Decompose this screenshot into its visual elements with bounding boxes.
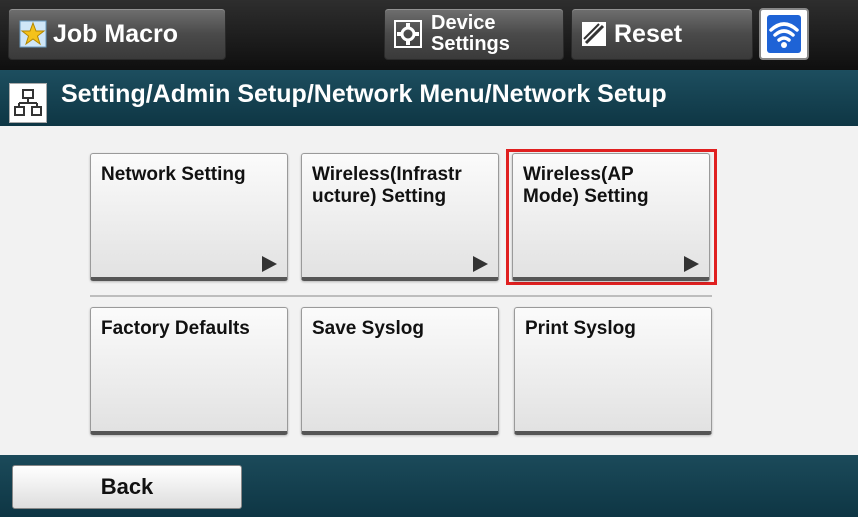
job-macro-button[interactable]: Job Macro [8, 8, 226, 60]
reset-label: Reset [614, 19, 683, 48]
star-icon [19, 20, 47, 48]
factory-defaults-button[interactable]: Factory Defaults [90, 307, 288, 435]
device-settings-button[interactable]: Device Settings [384, 8, 564, 60]
breadcrumb-bar: Setting/Admin Setup/Network Menu/Network… [0, 70, 858, 126]
save-syslog-label: Save Syslog [312, 318, 424, 339]
device-settings-label: Device Settings [431, 13, 510, 55]
save-syslog-button[interactable]: Save Syslog [301, 307, 499, 435]
network-setting-label: Network Setting [101, 164, 246, 185]
job-macro-label: Job Macro [53, 19, 179, 48]
wireless-infrastructure-setting-button[interactable]: Wireless(Infrastr ucture) Setting [301, 153, 499, 281]
wireless-ap-mode-setting-button[interactable]: Wireless(AP Mode) Setting [512, 153, 710, 281]
bottom-bar: Back [0, 455, 858, 517]
wifi-status-button[interactable] [759, 8, 809, 60]
top-toolbar: Job Macro Device Settings Reset [0, 0, 858, 70]
submenu-arrow-icon [262, 256, 277, 272]
submenu-arrow-icon [684, 256, 699, 272]
reset-button[interactable]: Reset [571, 8, 753, 60]
device-settings-line2: Settings [431, 33, 510, 55]
back-label: Back [100, 474, 154, 499]
wireless-infrastructure-setting-label: Wireless(Infrastr ucture) Setting [312, 164, 462, 207]
print-syslog-label: Print Syslog [525, 318, 636, 339]
row-divider [90, 295, 712, 297]
wireless-ap-mode-setting-label: Wireless(AP Mode) Setting [523, 164, 649, 207]
network-setting-button[interactable]: Network Setting [90, 153, 288, 281]
submenu-arrow-icon [473, 256, 488, 272]
factory-defaults-label: Factory Defaults [101, 318, 250, 339]
device-settings-icon [393, 19, 423, 49]
printer-panel-screen: Job Macro Device Settings Reset Setting/… [0, 0, 858, 517]
back-button[interactable]: Back [12, 465, 242, 509]
reset-icon [580, 20, 608, 48]
breadcrumb: Setting/Admin Setup/Network Menu/Network… [61, 79, 667, 108]
print-syslog-button[interactable]: Print Syslog [514, 307, 712, 435]
network-icon [9, 83, 47, 123]
wifi-icon [766, 14, 802, 54]
device-settings-line1: Device [431, 12, 496, 34]
